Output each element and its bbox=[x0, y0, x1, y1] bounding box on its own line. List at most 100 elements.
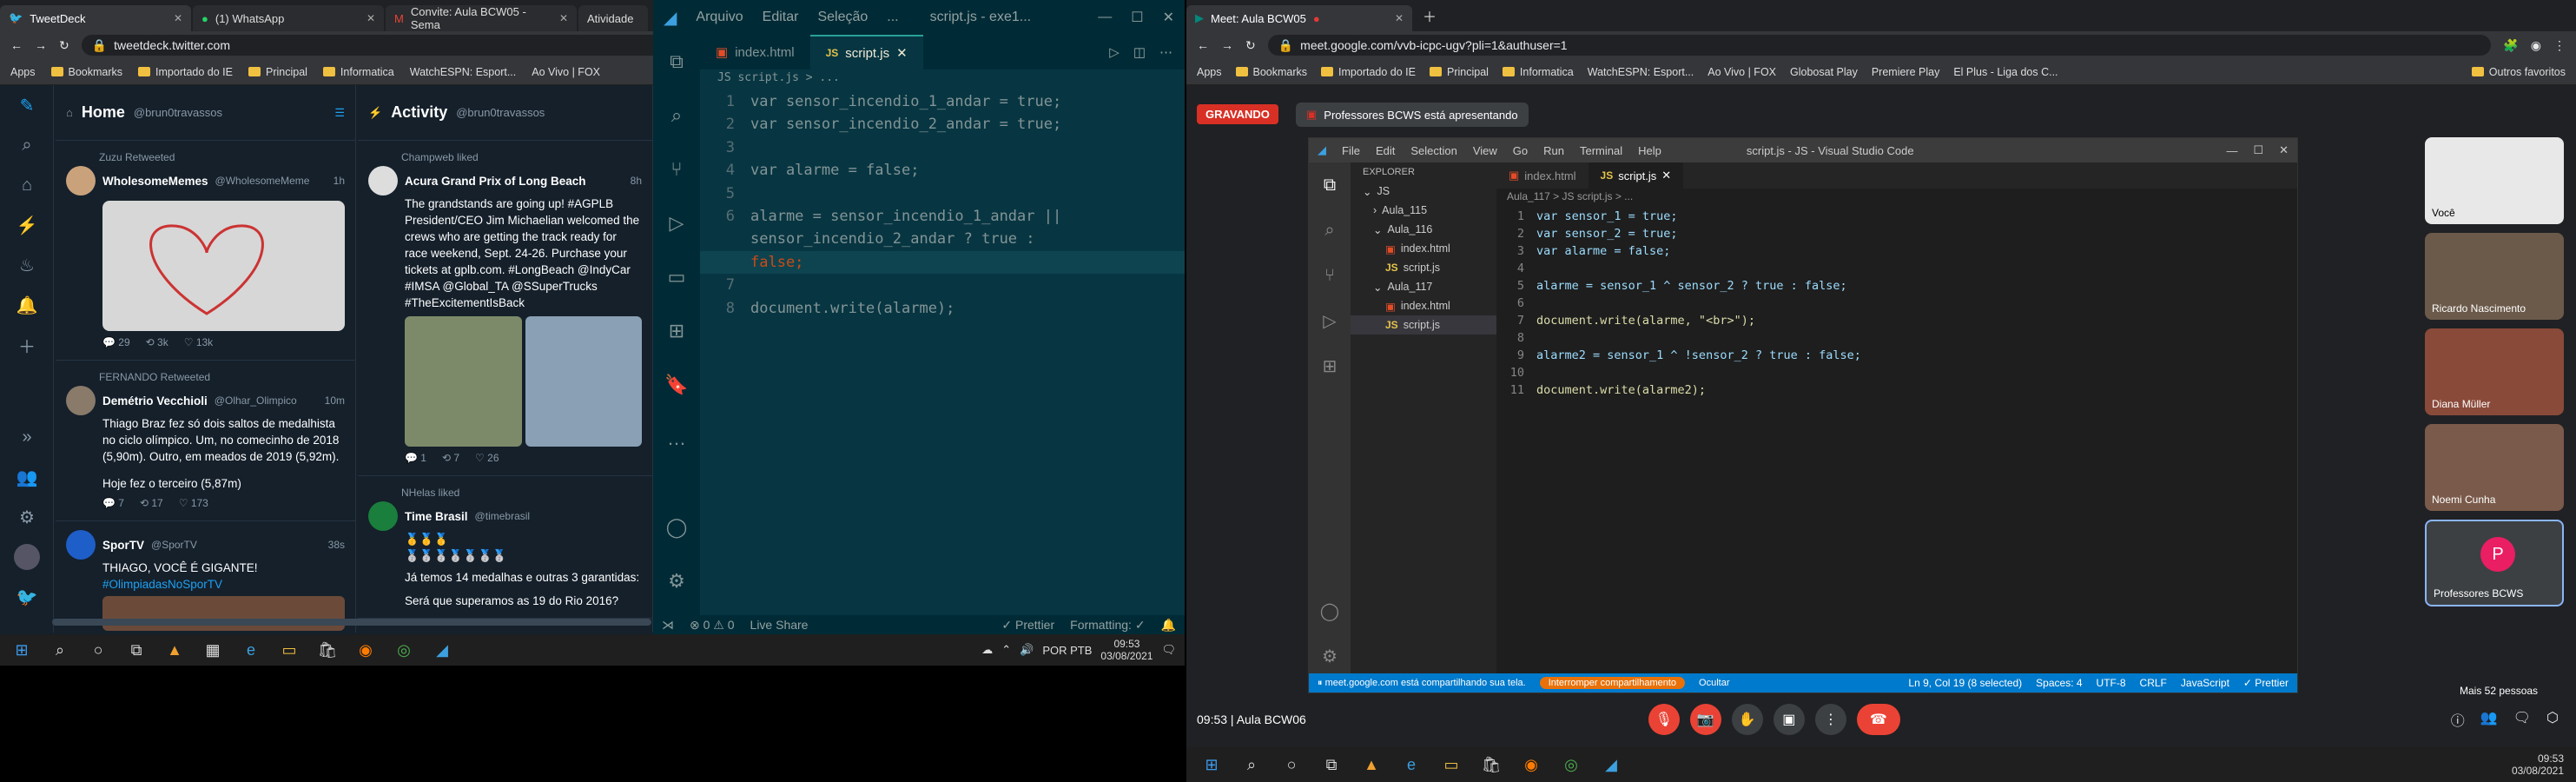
files-icon[interactable]: ⧉ bbox=[653, 35, 700, 89]
info-icon[interactable]: ⓘ bbox=[2451, 709, 2465, 730]
source-control-icon[interactable]: ⑂ bbox=[1309, 253, 1351, 298]
code-editor[interactable]: 1 var sensor_incendio_1_andar = true; 2 va… bbox=[700, 90, 1185, 636]
tree-file[interactable]: JS script.js bbox=[1351, 315, 1496, 335]
close-icon[interactable]: ✕ bbox=[2279, 143, 2289, 157]
formatting-status[interactable]: Formatting: ✓ bbox=[1070, 618, 1145, 633]
people-icon[interactable]: 👥 bbox=[2480, 709, 2498, 730]
files-icon[interactable]: ⧉ bbox=[1309, 162, 1351, 208]
settings-icon[interactable]: ⚙ bbox=[0, 497, 54, 537]
bookmark-item[interactable]: Apps bbox=[1197, 66, 1222, 78]
vscode-icon[interactable]: ◢ bbox=[1598, 752, 1624, 778]
source-control-icon[interactable]: ⑂ bbox=[653, 142, 700, 196]
windows-start-icon[interactable]: ⊞ bbox=[1199, 752, 1225, 778]
menu-go[interactable]: Go bbox=[1513, 144, 1528, 157]
avatar[interactable] bbox=[66, 166, 96, 196]
tab-script-js[interactable]: JS script.js ✕ bbox=[1588, 162, 1684, 189]
remote-icon[interactable]: ⋊ bbox=[662, 618, 674, 633]
prettier-status[interactable]: ✓ Prettier bbox=[2243, 677, 2289, 689]
bell-icon[interactable]: 🔔 bbox=[0, 285, 54, 325]
stop-sharing-button[interactable]: Interromper compartilhamento bbox=[1539, 677, 1686, 689]
eol-status[interactable]: CRLF bbox=[2140, 677, 2167, 689]
tree-folder[interactable]: › Aula_115 bbox=[1351, 201, 1496, 220]
clock[interactable]: 09:53 03/08/2021 bbox=[1100, 638, 1153, 662]
retweet-count[interactable]: ⟲ 17 bbox=[140, 495, 163, 512]
explorer-icon[interactable]: ▭ bbox=[1438, 752, 1464, 778]
add-column-icon[interactable]: ＋ bbox=[0, 325, 54, 365]
more-icon[interactable]: ⋯ bbox=[1159, 44, 1172, 60]
close-icon[interactable]: ✕ bbox=[1395, 12, 1404, 24]
menu-arquivo[interactable]: Arquivo bbox=[696, 10, 743, 25]
bookmark-item[interactable]: Bookmarks bbox=[50, 66, 122, 78]
firefox-icon[interactable]: ◉ bbox=[1518, 752, 1544, 778]
bookmark-item[interactable]: Ao Vivo | FOX bbox=[532, 66, 600, 78]
edge-icon[interactable]: e bbox=[238, 637, 264, 663]
more-participants[interactable]: Mais 52 pessoas bbox=[2425, 615, 2564, 702]
store-icon[interactable]: 🛍 bbox=[314, 637, 340, 663]
avatar[interactable] bbox=[368, 501, 398, 531]
bookmark-item[interactable]: Ao Vivo | FOX bbox=[1707, 66, 1776, 78]
account-icon[interactable]: ◯ bbox=[653, 500, 700, 554]
search-icon[interactable]: ⌕ bbox=[0, 125, 54, 165]
split-icon[interactable]: ◫ bbox=[1133, 44, 1146, 60]
menu-help[interactable]: Help bbox=[1638, 144, 1661, 157]
tab-meet[interactable]: ▶ Meet: Aula BCW05 ● ✕ bbox=[1186, 5, 1412, 31]
tree-folder[interactable]: ⌄ JS bbox=[1351, 182, 1496, 201]
bookmark-icon[interactable]: 🔖 bbox=[653, 358, 700, 412]
close-icon[interactable]: ✕ bbox=[896, 45, 908, 61]
close-icon[interactable]: ✕ bbox=[174, 12, 182, 24]
extensions-icon[interactable]: ⊞ bbox=[1309, 343, 1351, 388]
clock[interactable]: 09:53 03/08/2021 bbox=[2512, 752, 2564, 777]
chrome-icon[interactable]: ◎ bbox=[391, 637, 417, 663]
retweet-count[interactable]: ⟲ 7 bbox=[442, 450, 459, 467]
problems-status[interactable]: ⊗ 0 ⚠ 0 bbox=[690, 618, 735, 633]
raise-hand-icon[interactable]: ✋ bbox=[1731, 704, 1763, 735]
menu-editar[interactable]: Editar bbox=[763, 10, 799, 25]
tweet-image[interactable] bbox=[102, 201, 345, 331]
notifications-icon[interactable]: 🗨 bbox=[1161, 643, 1176, 657]
cortana-icon[interactable]: ○ bbox=[1278, 752, 1305, 778]
bookmark-item[interactable]: WatchESPN: Esport... bbox=[1588, 66, 1694, 78]
bookmark-item[interactable]: Principal bbox=[1429, 66, 1489, 78]
store-icon[interactable]: 🛍 bbox=[1478, 752, 1504, 778]
participant-tile[interactable]: Ricardo Nascimento bbox=[2425, 233, 2564, 320]
settings-icon[interactable]: ⚙ bbox=[653, 554, 700, 608]
bookmark-item[interactable]: Outros favoritos bbox=[2471, 66, 2566, 78]
minimize-icon[interactable]: — bbox=[1098, 10, 1112, 25]
tab-index-html[interactable]: ▣ index.html bbox=[1496, 162, 1589, 189]
forward-icon[interactable]: → bbox=[1221, 38, 1233, 52]
bookmark-item[interactable]: Globosat Play bbox=[1790, 66, 1858, 78]
tweet-image[interactable] bbox=[102, 596, 345, 631]
tree-file[interactable]: ▣ index.html bbox=[1351, 239, 1496, 258]
forward-icon[interactable]: → bbox=[35, 38, 47, 52]
profile-icon[interactable]: ◉ bbox=[2531, 38, 2541, 53]
present-icon[interactable]: ▣ bbox=[1773, 704, 1805, 735]
tab-tweetdeck[interactable]: 🐦 TweetDeck ✕ bbox=[0, 5, 191, 31]
vlc-icon[interactable]: ▲ bbox=[162, 637, 188, 663]
chat-icon[interactable]: 🗨 bbox=[2513, 709, 2531, 730]
tray-up-icon[interactable]: ⌃ bbox=[1001, 643, 1011, 657]
menu-file[interactable]: File bbox=[1342, 144, 1360, 157]
tab-atividade[interactable]: Atividade bbox=[578, 5, 648, 31]
menu-selecao[interactable]: Seleção bbox=[817, 10, 868, 25]
weather-icon[interactable]: ☁ bbox=[981, 643, 993, 657]
chrome-icon[interactable]: ◎ bbox=[1558, 752, 1584, 778]
new-tab-icon[interactable]: ＋ bbox=[1414, 5, 1445, 31]
tree-folder[interactable]: ⌄ Aula_116 bbox=[1351, 220, 1496, 239]
avatar[interactable] bbox=[0, 537, 54, 577]
bookmark-item[interactable]: Principal bbox=[248, 66, 307, 78]
tweet[interactable]: Zuzu Retweeted WholesomeMemes @WholesomeM… bbox=[56, 141, 355, 361]
edge-icon[interactable]: e bbox=[1398, 752, 1424, 778]
expand-icon[interactable]: » bbox=[0, 417, 54, 457]
app-icon[interactable]: ▦ bbox=[200, 637, 226, 663]
participant-tile[interactable]: Noemi Cunha bbox=[2425, 424, 2564, 511]
tab-convite[interactable]: M Convite: Aula BCW05 - Sema ✕ bbox=[386, 5, 577, 31]
more-options-icon[interactable]: ⋮ bbox=[1814, 704, 1846, 735]
tab-index-html[interactable]: ▣ index.html bbox=[700, 35, 810, 70]
home-icon[interactable]: ⌂ bbox=[0, 165, 54, 205]
participant-tile-presenter[interactable]: P Professores BCWS bbox=[2425, 520, 2564, 606]
minimize-icon[interactable]: — bbox=[2226, 144, 2237, 157]
search-icon[interactable]: ⌕ bbox=[47, 637, 73, 663]
hide-button[interactable]: Ocultar bbox=[1699, 678, 1729, 688]
tweet[interactable]: FERNANDO Retweeted Demétrio Vecchioli @Ol… bbox=[56, 361, 355, 521]
menu-more[interactable]: ... bbox=[887, 10, 898, 25]
